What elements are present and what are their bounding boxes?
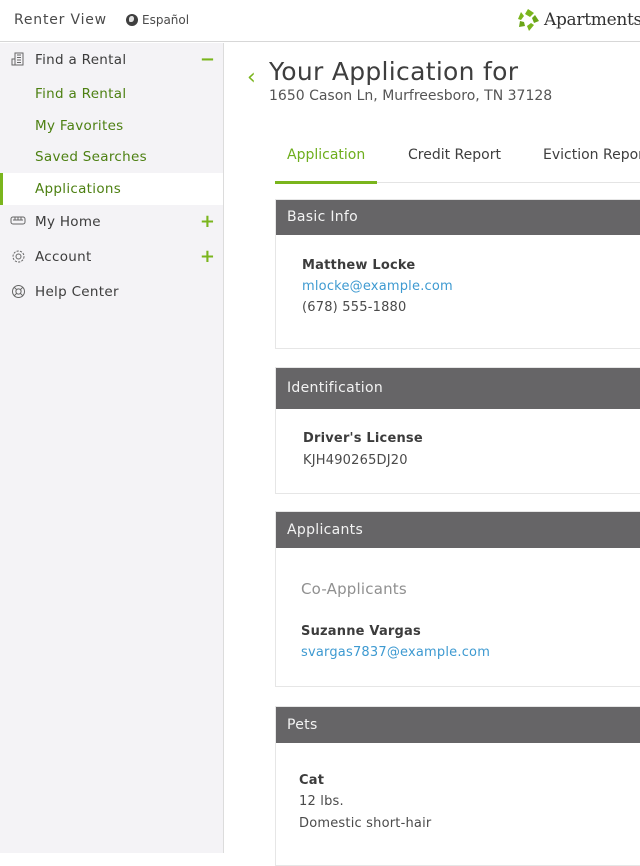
sidebar-item-label: Help Center: [35, 284, 119, 300]
card-header: Applicants: [276, 512, 640, 548]
applicant-email-link[interactable]: mlocke@example.com: [302, 279, 453, 294]
applicants-card: Applicants Co-Applicants Suzanne Vargas …: [275, 511, 640, 687]
tab-credit-report[interactable]: Credit Report: [408, 141, 501, 182]
applicant-name: Matthew Locke: [302, 258, 416, 273]
id-number: KJH490265DJ20: [303, 453, 408, 468]
logo-text: Apartments: [544, 10, 640, 30]
pets-card: Pets Cat 12 lbs. Domestic short-hair: [275, 706, 640, 866]
renter-view-label: Renter View: [14, 12, 107, 28]
language-label: Español: [142, 13, 190, 27]
sidebar-subitem-saved-searches[interactable]: Saved Searches: [0, 141, 223, 173]
co-applicants-heading: Co-Applicants: [301, 580, 407, 598]
lifebuoy-icon: [10, 284, 26, 300]
apartments-logo[interactable]: Apartments: [516, 8, 640, 32]
sidebar-item-label: Account: [35, 249, 92, 265]
gear-icon: [10, 249, 26, 265]
sidebar-subitem-label: Saved Searches: [35, 149, 147, 165]
pet-breed: Domestic short-hair: [299, 816, 432, 831]
pet-weight: 12 lbs.: [299, 794, 344, 809]
expand-icon[interactable]: +: [200, 248, 215, 266]
identification-card: Identification Driver's License KJH49026…: [275, 367, 640, 494]
basic-info-card: Basic Info Matthew Locke mlocke@example.…: [275, 199, 640, 349]
co-applicant-name: Suzanne Vargas: [301, 624, 421, 639]
tab-application[interactable]: Application: [275, 141, 377, 184]
card-header: Basic Info: [276, 200, 640, 235]
sidebar-item-label: My Home: [35, 214, 101, 230]
back-chevron-icon[interactable]: ‹: [247, 67, 256, 89]
sidebar-subitem-label: My Favorites: [35, 118, 124, 134]
page-title: Your Application for: [269, 57, 519, 86]
tab-eviction-report[interactable]: Eviction Report: [543, 141, 640, 182]
card-header: Identification: [276, 368, 640, 409]
main-content: ‹ Your Application for 1650 Cason Ln, Mu…: [225, 43, 640, 866]
card-header: Pets: [276, 707, 640, 743]
property-address: 1650 Cason Ln, Murfreesboro, TN 37128: [269, 88, 553, 104]
sidebar-item-help-center[interactable]: Help Center: [0, 275, 223, 309]
sidebar-subitem-label: Applications: [35, 181, 122, 197]
sidebar-subitem-my-favorites[interactable]: My Favorites: [0, 110, 223, 142]
co-applicant-email-link[interactable]: svargas7837@example.com: [301, 645, 490, 660]
sidebar: Find a Rental − Find a Rental My Favorit…: [0, 43, 224, 853]
sidebar-item-my-home[interactable]: My Home +: [0, 205, 223, 239]
sidebar-subitem-label: Find a Rental: [35, 86, 127, 102]
tab-bar: Application Credit Report Eviction Repor…: [275, 141, 640, 184]
expand-icon[interactable]: +: [200, 213, 215, 231]
building-icon: [10, 52, 26, 68]
sidebar-item-find-a-rental[interactable]: Find a Rental −: [0, 43, 223, 77]
sidebar-subitem-find-a-rental[interactable]: Find a Rental: [0, 78, 223, 110]
globe-icon: [126, 14, 138, 26]
apartments-logo-icon: [518, 9, 539, 31]
collapse-icon[interactable]: −: [200, 51, 215, 69]
language-toggle[interactable]: Español: [126, 13, 189, 27]
sidebar-item-account[interactable]: Account +: [0, 240, 223, 274]
id-type: Driver's License: [303, 431, 423, 446]
sidebar-subitem-applications[interactable]: Applications: [0, 173, 223, 205]
sofa-icon: [10, 214, 26, 230]
sidebar-item-label: Find a Rental: [35, 52, 127, 68]
pet-type: Cat: [299, 773, 325, 788]
top-bar: Renter View Español Apartments: [0, 0, 640, 42]
applicant-phone: (678) 555-1880: [302, 300, 407, 315]
